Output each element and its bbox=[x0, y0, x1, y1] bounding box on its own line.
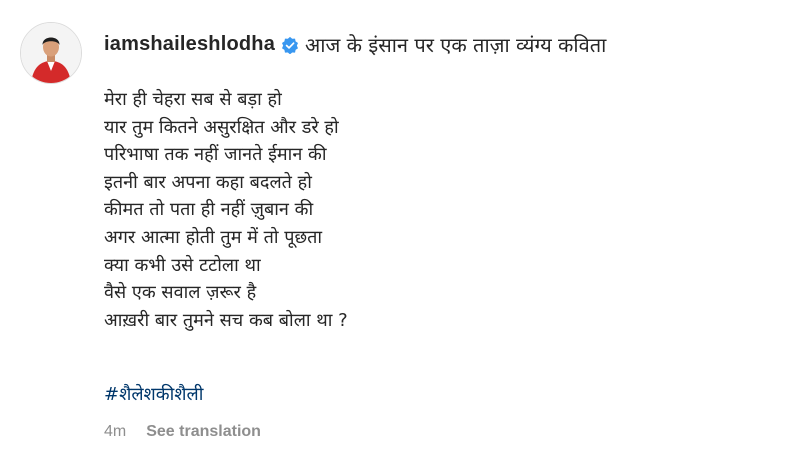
verified-badge-icon bbox=[281, 36, 299, 54]
caption-header: iamshaileshlodha आज के इंसान पर एक ताज़ा… bbox=[104, 31, 606, 58]
poem-line: मेरा ही चेहरा सब से बड़ा हो bbox=[104, 89, 282, 110]
avatar[interactable] bbox=[20, 22, 82, 84]
poem-line: अगर आत्मा होती तुम में तो पूछता bbox=[104, 226, 323, 248]
hashtag-link[interactable]: #शैलेशकीशैली bbox=[104, 382, 203, 406]
poem-line: परिभाषा तक नहीं जानते ईमान की bbox=[104, 144, 327, 166]
poem-line: क्या कभी उसे टटोला था bbox=[104, 254, 261, 276]
poem-line: वैसे एक सवाल ज़रूर है bbox=[104, 282, 257, 304]
poem-line: यार तुम कितने असुरक्षित और डरे हो bbox=[104, 116, 339, 138]
poem-line: आख़री बार तुमने सच कब बोला था ? bbox=[104, 309, 348, 331]
poem-line: कीमत तो पता ही नहीं ज़ुबान की bbox=[104, 199, 314, 221]
comment-meta: 4m See translation bbox=[104, 423, 261, 441]
caption-title: आज के इंसान पर एक ताज़ा व्यंग्य कविता bbox=[305, 33, 607, 57]
poem-text: मेरा ही चेहरा सब से बड़ा हो यार तुम कितन… bbox=[104, 86, 348, 334]
see-translation-button[interactable]: See translation bbox=[146, 423, 261, 441]
username-link[interactable]: iamshaileshlodha bbox=[104, 33, 275, 56]
poem-line: इतनी बार अपना कहा बदलते हो bbox=[104, 171, 312, 193]
comment-panel: iamshaileshlodha आज के इंसान पर एक ताज़ा… bbox=[0, 0, 800, 451]
timestamp[interactable]: 4m bbox=[104, 423, 126, 441]
avatar-portrait-icon bbox=[21, 23, 81, 83]
